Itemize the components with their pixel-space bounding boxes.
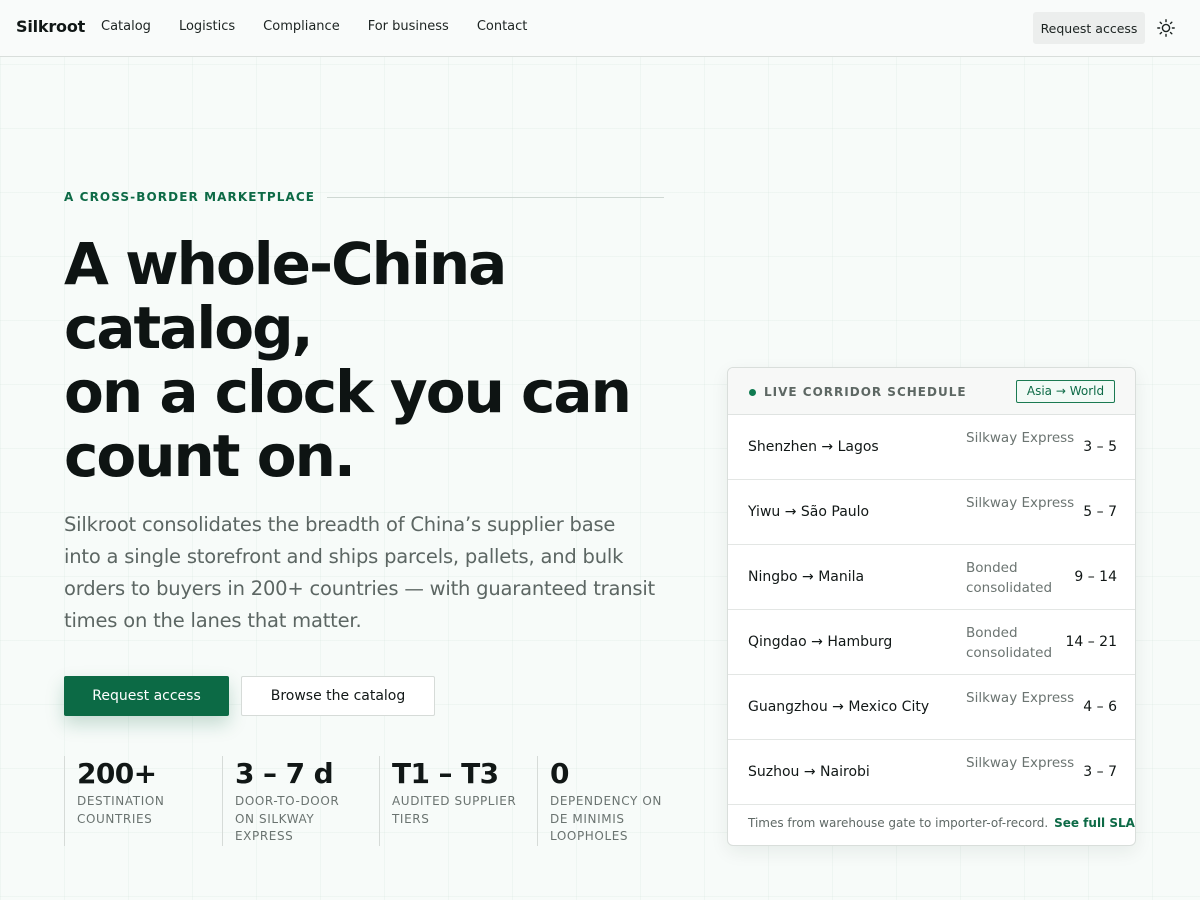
route-name: Qingdao → Hamburg — [748, 634, 893, 650]
nav-link-compliance[interactable]: Compliance — [263, 19, 340, 34]
schedule-row: Suzhou → Nairobi Silkway Express 3 – 7 — [728, 740, 1135, 805]
description-line: times on the lanes that matter. — [64, 609, 362, 632]
headline-line: A whole-China — [64, 230, 507, 298]
transit-days: 5 – 7 — [1083, 504, 1117, 520]
card-footnote: Times from warehouse gate to importer-of… — [748, 816, 1135, 830]
route-name: Ningbo → Manila — [748, 569, 865, 585]
top-navigation-bar: Silkroot Catalog Logistics Compliance Fo… — [0, 0, 1200, 57]
route-name: Suzhou → Nairobi — [748, 764, 870, 780]
card-title: LIVE CORRIDOR SCHEDULE — [764, 385, 967, 399]
stat-de-minimis: 0 DEPENDENCY ON DE MINIMIS LOOPHOLES — [537, 756, 687, 846]
footnote-text: Times from warehouse gate to importer-of… — [748, 816, 1049, 830]
carrier-name: Silkway Express — [966, 690, 1075, 706]
transit-days: 14 – 21 — [1065, 634, 1117, 650]
schedule-row: Shenzhen → Lagos Silkway Express 3 – 5 — [728, 415, 1135, 480]
header-request-access-button[interactable]: Request access — [1033, 12, 1145, 44]
brand-logo[interactable]: Silkroot — [16, 17, 85, 36]
schedule-row: Qingdao → Hamburg Bonded consolidated 14… — [728, 610, 1135, 675]
stat-value: T1 – T3 — [392, 757, 499, 790]
schedule-row: Yiwu → São Paulo Silkway Express 5 – 7 — [728, 480, 1135, 545]
description-line: orders to buyers in 200+ countries — wit… — [64, 577, 656, 600]
stat-label: DOOR-TO-DOOR ON SILKWAY EXPRESS — [235, 794, 340, 843]
headline-line: count on. — [64, 422, 356, 490]
headline-line: on a clock you can — [64, 358, 632, 426]
sun-icon — [1157, 19, 1175, 37]
hero-eyebrow: A CROSS-BORDER MARKETPLACE — [64, 190, 664, 204]
nav-link-catalog[interactable]: Catalog — [101, 19, 151, 34]
eyebrow-text: A CROSS-BORDER MARKETPLACE — [64, 190, 316, 204]
nav-link-for-business[interactable]: For business — [368, 19, 449, 34]
route-name: Guangzhou → Mexico City — [748, 699, 930, 715]
transit-days: 4 – 6 — [1083, 699, 1117, 715]
stat-value: 3 – 7 d — [235, 757, 334, 790]
transit-days: 3 – 5 — [1083, 439, 1117, 455]
description-line: into a single storefront and ships parce… — [64, 545, 624, 568]
schedule-row: Guangzhou → Mexico City Silkway Express … — [728, 675, 1135, 740]
full-sla-link[interactable]: See full SLA → — [1054, 816, 1135, 830]
carrier-name: Bonded consolidated — [966, 560, 1053, 596]
nav-link-logistics[interactable]: Logistics — [179, 19, 235, 34]
stat-label: DESTINATION COUNTRIES — [77, 794, 165, 826]
corridor-badge: Asia → World — [1016, 380, 1115, 403]
hero-headline: A whole-China catalog, on a clock you ca… — [64, 232, 704, 488]
schedule-row: Ningbo → Manila Bonded consolidated 9 – … — [728, 545, 1135, 610]
main-nav: Catalog Logistics Compliance For busines… — [101, 19, 555, 34]
carrier-name: Bonded consolidated — [966, 625, 1053, 661]
nav-link-contact[interactable]: Contact — [477, 19, 528, 34]
live-status-dot-icon — [749, 389, 756, 396]
description-line: Silkroot consolidates the breadth of Chi… — [64, 513, 616, 536]
request-access-button[interactable]: Request access — [64, 676, 229, 716]
stat-door-to-door: 3 – 7 d DOOR-TO-DOOR ON SILKWAY EXPRESS — [222, 756, 372, 846]
carrier-name: Silkway Express — [966, 430, 1075, 446]
transit-days: 3 – 7 — [1083, 764, 1117, 780]
carrier-name: Silkway Express — [966, 755, 1075, 771]
hero-description: Silkroot consolidates the breadth of Chi… — [64, 509, 664, 637]
stat-value: 0 — [550, 757, 569, 790]
headline-line: catalog, — [64, 294, 314, 362]
transit-days: 9 – 14 — [1074, 569, 1117, 585]
carrier-name: Silkway Express — [966, 495, 1075, 511]
card-header: LIVE CORRIDOR SCHEDULE Asia → World — [728, 368, 1135, 415]
stat-destination-countries: 200+ DESTINATION COUNTRIES — [64, 756, 214, 846]
theme-toggle-button[interactable] — [1156, 18, 1176, 38]
stat-label: AUDITED SUPPLIER TIERS — [392, 794, 517, 826]
stat-label: DEPENDENCY ON DE MINIMIS LOOPHOLES — [550, 794, 662, 843]
route-name: Shenzhen → Lagos — [748, 439, 879, 455]
stat-supplier-tiers: T1 – T3 AUDITED SUPPLIER TIERS — [379, 756, 529, 846]
route-name: Yiwu → São Paulo — [748, 504, 870, 520]
eyebrow-divider — [327, 196, 664, 198]
stat-value: 200+ — [77, 757, 157, 790]
browse-catalog-button[interactable]: Browse the catalog — [241, 676, 435, 716]
corridor-schedule-card: LIVE CORRIDOR SCHEDULE Asia → World Shen… — [727, 367, 1136, 846]
